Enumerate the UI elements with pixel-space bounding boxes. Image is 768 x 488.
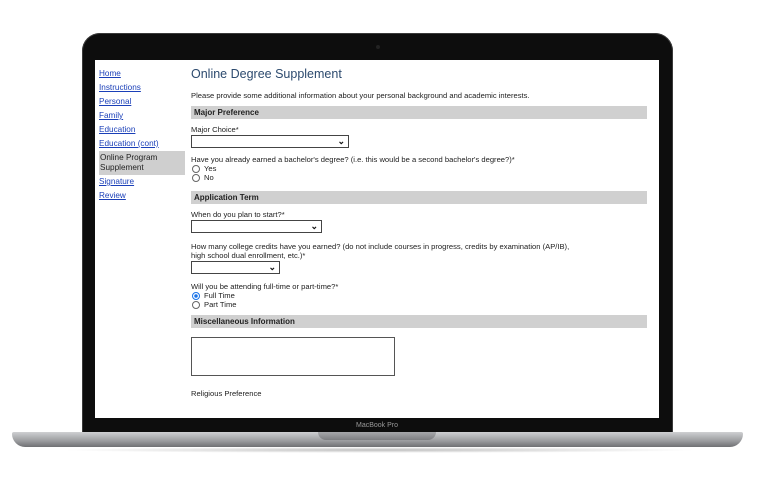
nav-home[interactable]: Home (99, 67, 185, 81)
section-major-preference: Major Preference (191, 106, 647, 119)
brand-label: MacBook Pro (355, 422, 399, 429)
radio-icon[interactable] (192, 173, 200, 182)
religious-preference-label: Religious Preference (191, 389, 262, 398)
radio-selected-icon[interactable] (192, 291, 200, 300)
chevron-down-icon: ⌄ (337, 136, 345, 146)
laptop-notch (318, 432, 436, 440)
intro-text: Please provide some additional informati… (191, 91, 530, 100)
nav-education-cont[interactable]: Education (cont) (99, 137, 185, 151)
status-label: Will you be attending full-time or part-… (191, 282, 339, 291)
radio-no[interactable]: No (191, 173, 647, 182)
chevron-down-icon: ⌄ (268, 262, 276, 272)
bachelor-question: Have you already earned a bachelor's deg… (191, 155, 515, 164)
radio-yes-label: Yes (204, 164, 217, 173)
major-choice-label: Major Choice* (191, 125, 239, 134)
radio-icon[interactable] (192, 164, 200, 173)
nav-education[interactable]: Education (99, 123, 185, 137)
nav-online-program-supplement: Online Program Supplement (99, 151, 185, 175)
radio-part-time[interactable]: Part Time (191, 300, 647, 309)
nav-instructions[interactable]: Instructions (99, 81, 185, 95)
nav-review[interactable]: Review (99, 189, 185, 203)
radio-no-label: No (204, 173, 214, 182)
camera-icon (376, 45, 380, 49)
chevron-down-icon: ⌄ (310, 221, 318, 231)
sidebar-nav: Home Instructions Personal Family Educat… (99, 67, 185, 203)
major-choice-select[interactable]: ⌄ (191, 135, 349, 148)
browser-screen: Home Instructions Personal Family Educat… (95, 60, 659, 418)
radio-icon[interactable] (192, 300, 200, 309)
nav-personal[interactable]: Personal (99, 95, 185, 109)
start-select[interactable]: ⌄ (191, 220, 322, 233)
radio-yes[interactable]: Yes (191, 164, 647, 173)
radio-part-time-label: Part Time (204, 300, 237, 309)
nav-signature[interactable]: Signature (99, 175, 185, 189)
radio-full-time[interactable]: Full Time (191, 291, 647, 300)
credits-label-line2: high school dual enrollment, etc.)* (191, 251, 306, 260)
radio-full-time-label: Full Time (204, 291, 235, 300)
nav-family[interactable]: Family (99, 109, 185, 123)
credits-label-line1: How many college credits have you earned… (191, 242, 570, 251)
section-application-term: Application Term (191, 191, 647, 204)
page-title: Online Degree Supplement (191, 67, 342, 81)
laptop-shadow (60, 447, 700, 453)
misc-textarea[interactable] (191, 337, 395, 376)
section-misc-info: Miscellaneous Information (191, 315, 647, 328)
credits-select[interactable]: ⌄ (191, 261, 280, 274)
form-main: Online Degree Supplement Please provide … (191, 66, 647, 398)
start-label: When do you plan to start?* (191, 210, 285, 219)
